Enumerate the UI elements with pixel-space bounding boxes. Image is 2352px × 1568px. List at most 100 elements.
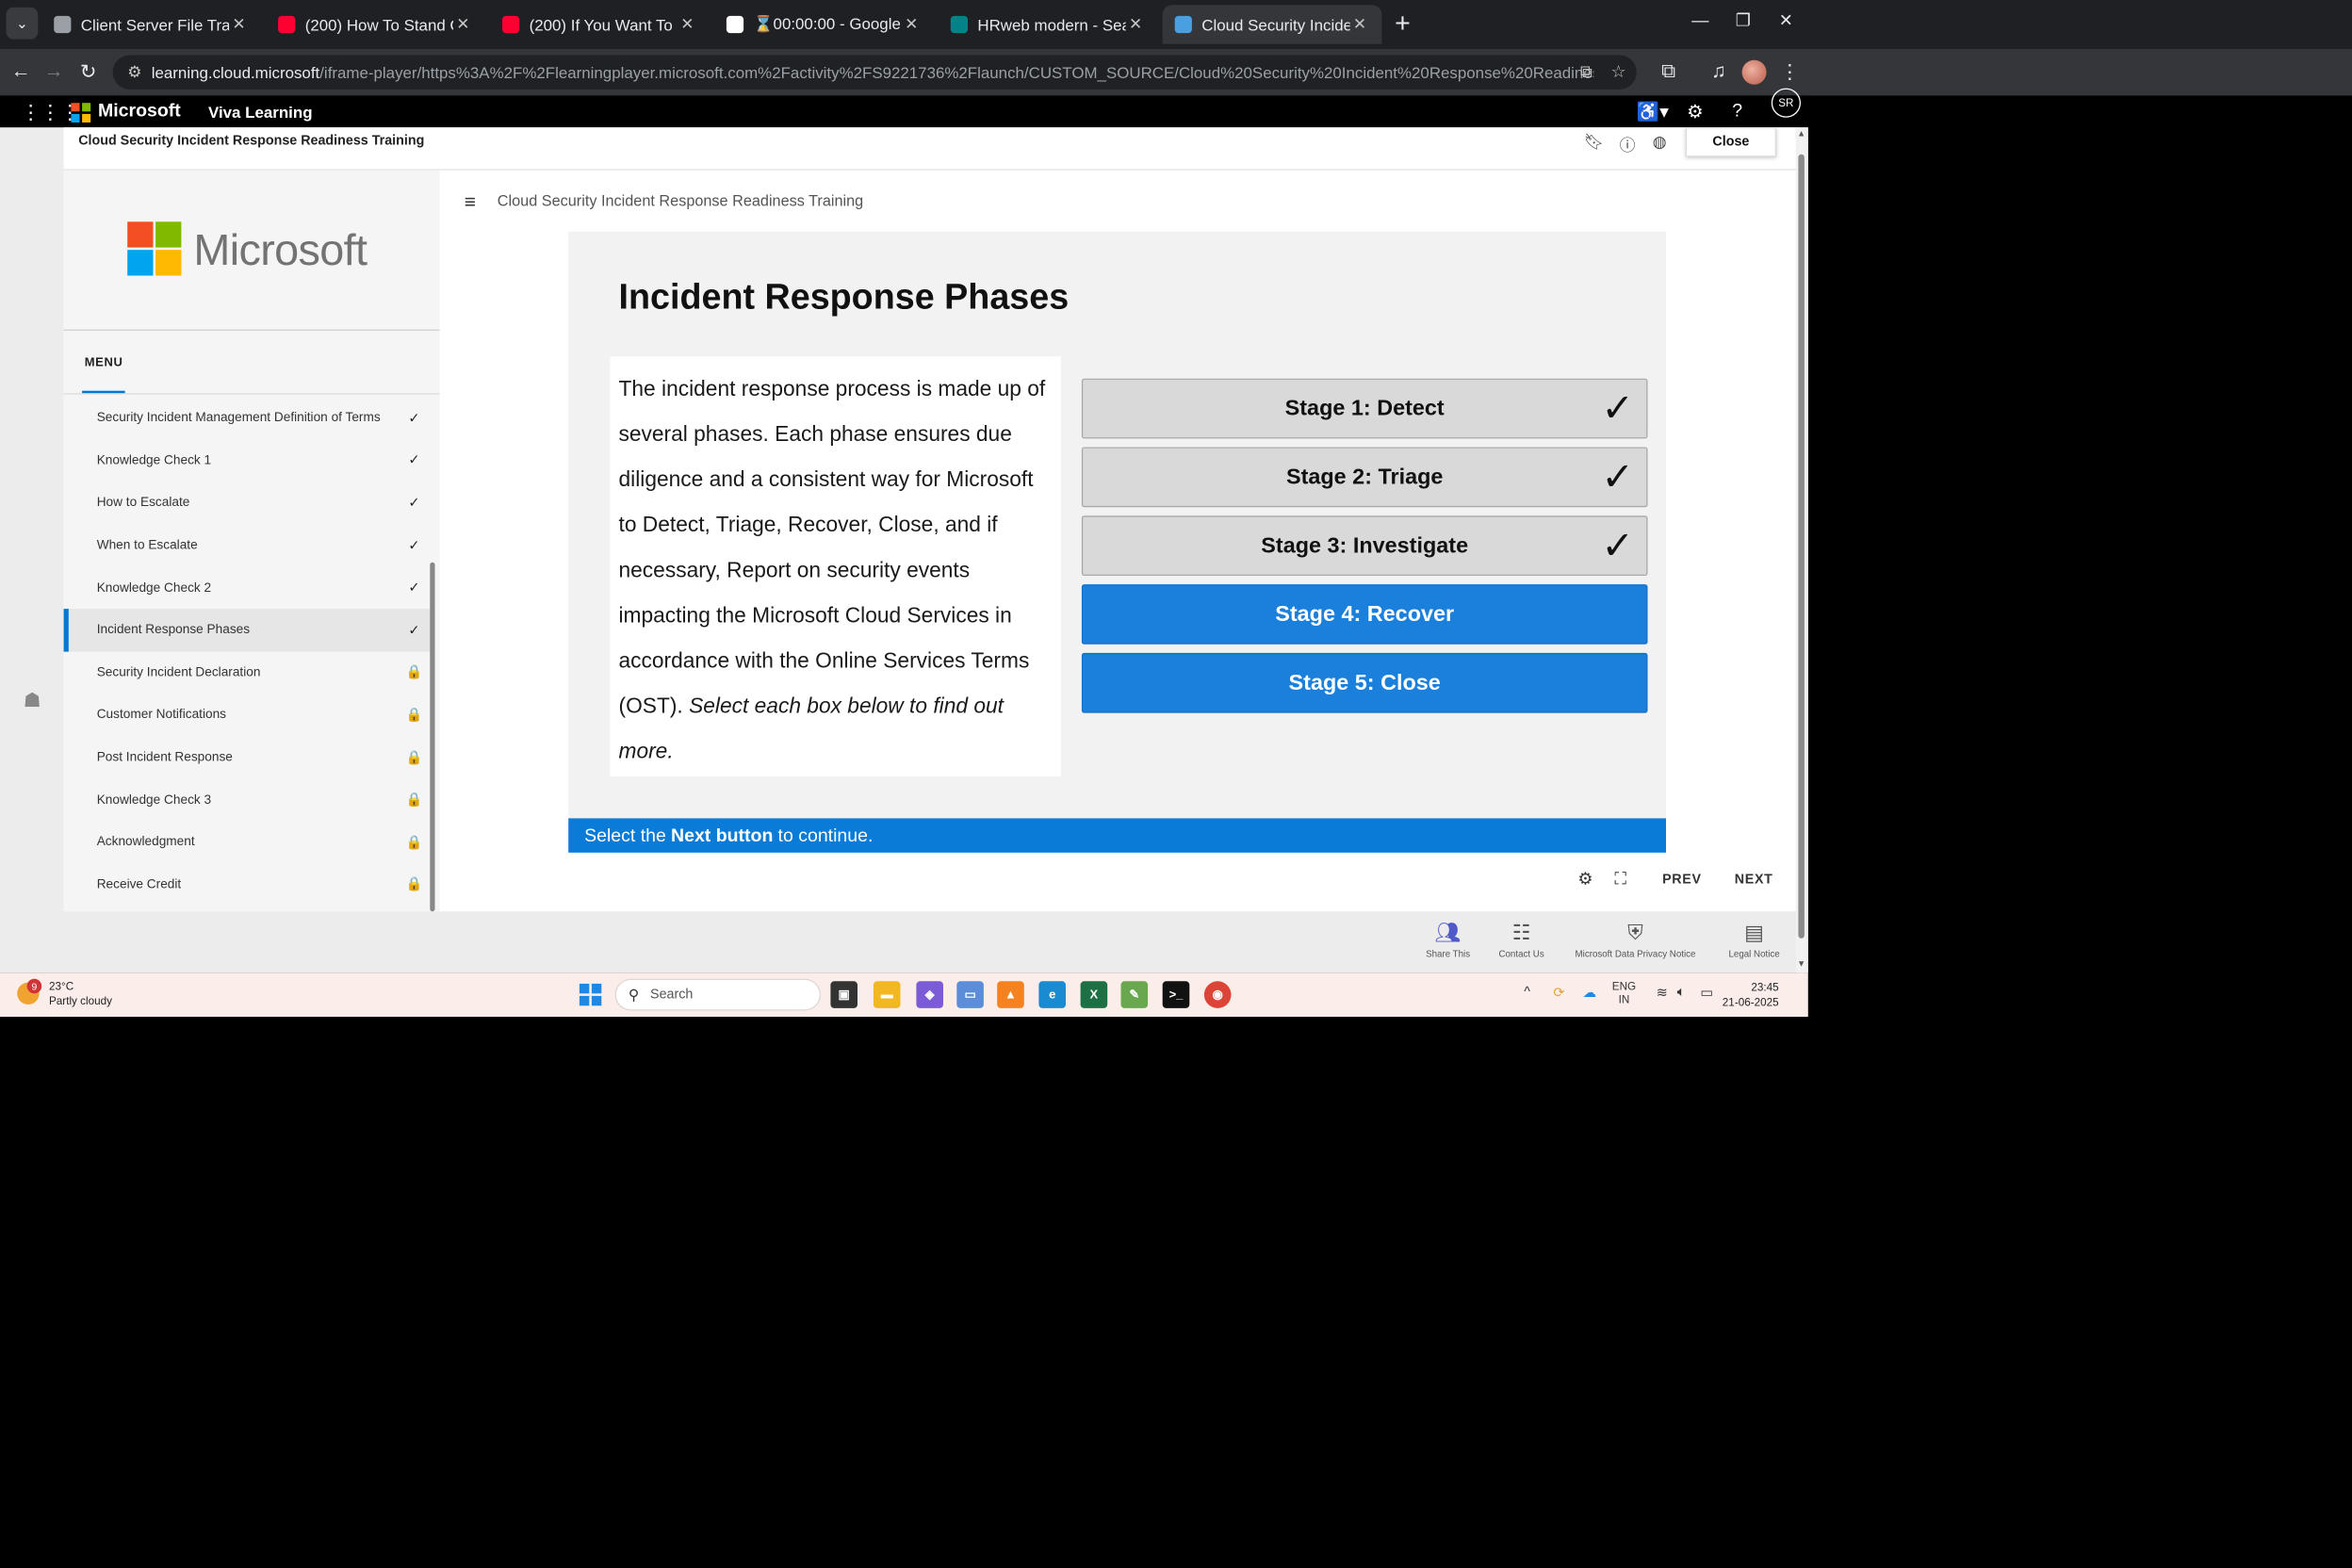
terminal-icon[interactable]: >_ [1162,981,1190,1008]
viva-header: ⋮⋮⋮ Microsoft Viva Learning ♿▾ ⚙ ? [0,95,1808,128]
menu-item[interactable]: Knowledge Check 1 ✓ [64,439,432,482]
search-icon: ⚲ [628,986,640,1004]
edge-icon[interactable]: e [1038,981,1066,1008]
menu-item[interactable]: Security Incident Management Definition … [64,397,432,439]
region-code: IN [1618,993,1630,1006]
chrome-icon[interactable]: ◉ [1203,981,1232,1008]
page-scroll-thumb[interactable] [1798,154,1805,939]
close-window-button[interactable]: ✕ [1757,0,1814,40]
taskbar-search[interactable]: ⚲ Search [614,978,821,1011]
close-tab-icon[interactable]: ✕ [678,15,697,35]
stage-button[interactable]: Stage 2: Triage ✓ [1081,447,1648,508]
url-field[interactable]: ⚙ learning.cloud.microsoft /iframe-playe… [112,55,1637,90]
browser-menu-icon[interactable]: ⋮ [1776,58,1804,86]
reload-button[interactable]: ↻ [74,58,102,86]
browser-tab[interactable]: (200) If You Want To Learn Fast✕ [490,5,710,44]
language-globe-icon[interactable]: ◍ [1653,132,1667,152]
sidebar-scrollbar[interactable] [430,562,435,912]
close-course-button[interactable]: Close [1685,127,1776,157]
close-tab-icon[interactable]: ✕ [453,15,473,35]
new-tab-button[interactable]: + [1387,8,1419,40]
extensions-icon[interactable]: ⧉ [1655,58,1682,86]
file-explorer-icon[interactable]: ▬ [873,981,901,1008]
task-view-icon[interactable]: ▣ [830,981,858,1008]
clock[interactable]: 23:45 21-06-2025 [1723,980,1779,1009]
volume-icon[interactable]: 🔈︎ [1677,985,1686,1001]
menu-list: Security Incident Management Definition … [63,397,432,906]
stage-button[interactable]: Stage 5: Close [1081,652,1648,713]
user-avatar[interactable]: SR [1771,88,1801,118]
browser-tab-strip: ⌄ Client Server File Transfer✕(200) How … [0,0,2352,49]
accessibility-icon[interactable]: ♿▾ [1637,101,1669,122]
prev-button[interactable]: PREV [1662,873,1702,888]
browser-tab[interactable]: Cloud Security Incident Respon✕ [1162,5,1382,44]
language-indicator[interactable]: ENG IN [1612,980,1636,1007]
wifi-icon[interactable]: ≋ [1657,985,1668,1002]
site-info-icon[interactable]: ⚙ [127,62,141,82]
privacy-notice-link[interactable]: ⛨ Microsoft Data Privacy Notice [1568,922,1703,959]
forward-button[interactable]: → [41,58,68,86]
weather-icon: 9 [17,978,42,1004]
menu-item[interactable]: Acknowledgment 🔒 [64,821,432,863]
browser-tab[interactable]: (200) How To Stand Out Withou✕ [266,5,485,44]
menu-item[interactable]: When to Escalate ✓ [64,524,432,566]
checkmark-icon: ✓ [1601,523,1635,567]
stage-button[interactable]: Stage 3: Investigate ✓ [1081,515,1648,576]
menu-item[interactable]: Customer Notifications 🔒 [64,694,432,736]
checkmark-icon: ✓ [1601,385,1635,431]
menu-item[interactable]: Receive Credit 🔒 [64,863,432,906]
menu-item[interactable]: Post Incident Response 🔒 [64,736,432,778]
start-button[interactable] [579,983,602,1006]
profile-avatar[interactable] [1741,59,1767,85]
page-scrollbar[interactable]: ▲ ▼ [1795,127,1808,973]
install-app-icon[interactable]: ⧉ [1580,61,1592,82]
excel-icon[interactable]: X [1080,981,1108,1008]
menu-item[interactable]: Incident Response Phases ✓ [63,609,432,652]
menu-item[interactable]: Security Incident Declaration 🔒 [64,651,432,694]
window-app-icon[interactable]: ▭ [956,981,984,1008]
stage-button[interactable]: Stage 4: Recover [1081,584,1648,645]
close-tab-icon[interactable]: ✕ [1350,15,1370,35]
checkmark-icon: ✓ [408,580,420,596]
onedrive-icon[interactable]: ☁ [1583,985,1596,1002]
stage-label: Stage 4: Recover [1275,601,1455,627]
hamburger-menu-icon[interactable]: ≡ [465,192,476,214]
bookmark-icon[interactable]: 🔖︎ [1584,132,1604,152]
menu-item[interactable]: Knowledge Check 2 ✓ [64,566,432,609]
scroll-down-icon[interactable]: ▼ [1797,960,1805,969]
next-button[interactable]: NEXT [1735,873,1773,888]
app-name[interactable]: Viva Learning [208,103,313,122]
scroll-up-icon[interactable]: ▲ [1797,130,1805,139]
battery-icon[interactable]: ▭ [1700,985,1713,1002]
menu-item[interactable]: How to Escalate ✓ [64,482,432,524]
stage-button[interactable]: Stage 1: Detect ✓ [1081,378,1648,439]
info-icon[interactable]: ⓘ [1620,132,1636,155]
lock-icon: 🔒 [405,708,423,723]
menu-item[interactable]: Knowledge Check 3 🔒 [64,778,432,821]
sync-icon[interactable]: ⟳ [1553,985,1564,1002]
browser-tab[interactable]: Client Server File Transfer✕ [41,5,261,44]
settings-gear-icon[interactable]: ⚙ [1687,101,1703,122]
assistant-icon[interactable]: ☗ [24,689,41,713]
browser-tab[interactable]: HRweb modern - Search✕ [939,5,1158,44]
show-hidden-icons-icon[interactable]: ^ [1524,985,1530,1000]
vlc-icon[interactable]: ▲ [997,981,1024,1008]
close-tab-icon[interactable]: ✕ [902,15,922,35]
player-settings-icon[interactable]: ⚙ [1577,869,1592,890]
help-icon[interactable]: ? [1732,101,1742,122]
notepad-icon[interactable]: ✎ [1120,981,1149,1008]
media-icon[interactable]: ♫ [1706,58,1733,86]
browser-tab[interactable]: ⌛00:00:00 - Google Search✕ [714,5,934,44]
copilot-icon[interactable]: ◈ [916,981,943,1008]
stage-label: Stage 2: Triage [1285,464,1444,489]
bookmark-star-icon[interactable]: ☆ [1610,61,1625,82]
close-tab-icon[interactable]: ✕ [1126,15,1146,35]
fullscreen-icon[interactable]: ⛶ [1614,869,1626,890]
checkmark-icon: ✓ [408,538,420,554]
close-tab-icon[interactable]: ✕ [229,15,249,35]
tab-search-button[interactable]: ⌄ [6,7,39,40]
menu-label[interactable]: MENU [85,356,123,369]
tab-title: HRweb modern - Search [977,15,1125,34]
back-button[interactable]: ← [8,58,35,86]
weather-widget[interactable]: 9 23°C Partly cloudy [17,978,112,1008]
